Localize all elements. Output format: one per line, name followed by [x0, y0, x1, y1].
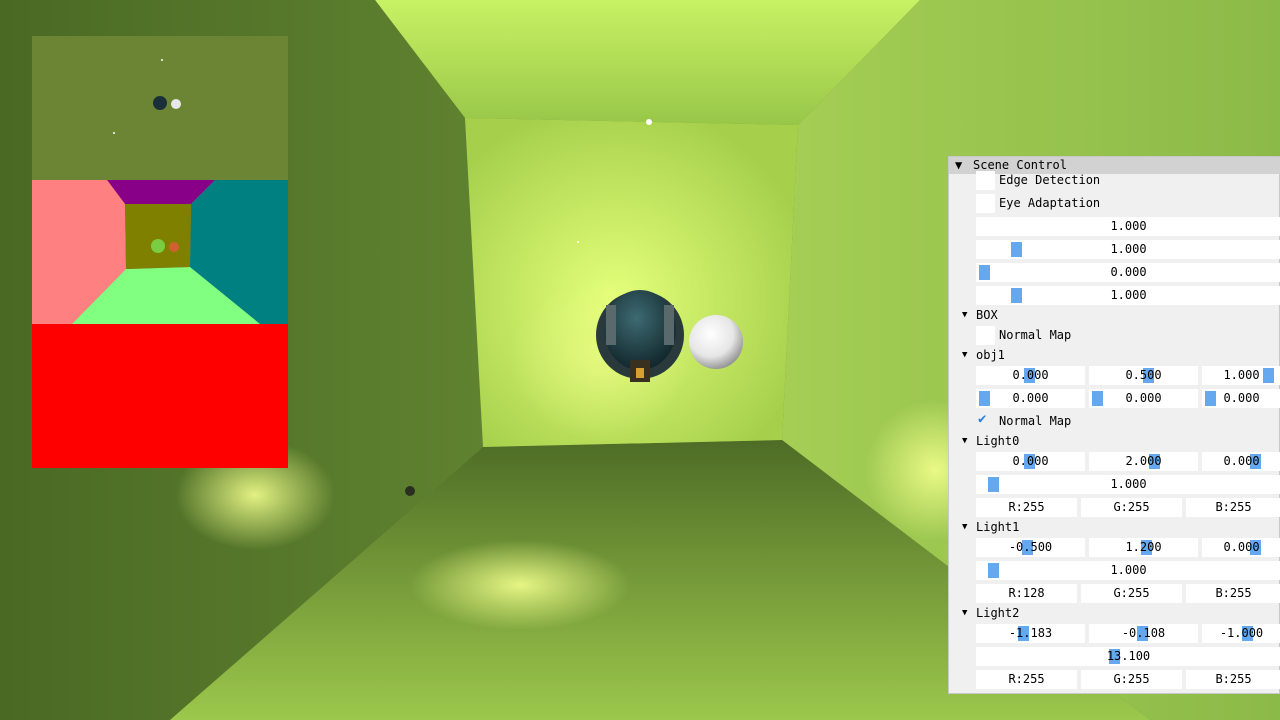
tree-arrow-icon[interactable]: ▼ [962, 433, 967, 450]
tree-arrow-icon[interactable]: ▼ [962, 307, 967, 324]
slider-value: -0.500 [1008, 540, 1053, 554]
light2-position-x[interactable]: -1.183 [976, 624, 1085, 643]
light2-intensity[interactable]: 13.100 [976, 647, 1280, 666]
light0-label: Light0 [976, 434, 1020, 448]
color-value: R:255 [1008, 672, 1045, 686]
gbuffer-debug-view [32, 36, 288, 468]
light0-intensity[interactable]: 1.000 [976, 475, 1280, 494]
obj1-position-y[interactable]: 0.500 [1089, 366, 1198, 385]
white-sphere[interactable] [689, 315, 743, 369]
light0-color-b[interactable]: B:255 [1186, 498, 1280, 517]
slider-value: 0.000 [1110, 265, 1147, 279]
eye-adaptation-label: Eye Adaptation [999, 196, 1101, 210]
light2-color-b[interactable]: B:255 [1186, 670, 1280, 689]
slider-value: 0.000 [1125, 391, 1162, 405]
light2-color-g[interactable]: G:255 [1081, 670, 1182, 689]
slider-value: 0.000 [1223, 540, 1260, 554]
tree-arrow-icon[interactable]: ▼ [962, 519, 967, 536]
light2-position-y[interactable]: -0.108 [1089, 624, 1198, 643]
obj1-rotation-y[interactable]: 0.000 [1089, 389, 1198, 408]
scene-slider[interactable]: 1.000 [976, 286, 1280, 305]
light-marker [646, 119, 652, 125]
obj1-normal-map-row[interactable]: ✔ Normal Map [976, 411, 1176, 431]
slider-value: -1.000 [1219, 626, 1264, 640]
obj1-position-x[interactable]: 0.000 [976, 366, 1085, 385]
slider-value: 0.000 [1223, 454, 1260, 468]
slider-value: 13.100 [1106, 649, 1151, 663]
light1-position-x[interactable]: -0.500 [976, 538, 1085, 557]
obj1-normal-map-label: Normal Map [999, 414, 1072, 428]
eye-adaptation-row[interactable]: Eye Adaptation [976, 194, 1176, 213]
obj1-rotation-x[interactable]: 0.000 [976, 389, 1085, 408]
slider-value: 1.200 [1125, 540, 1162, 554]
slider-value: 0.000 [1012, 391, 1049, 405]
light0-position-x[interactable]: 0.000 [976, 452, 1085, 471]
slider-value: 1.000 [1110, 288, 1147, 302]
light-marker [405, 486, 415, 496]
light1-intensity[interactable]: 1.000 [976, 561, 1280, 580]
slider-value: 1.000 [1110, 477, 1147, 491]
color-value: B:255 [1215, 672, 1252, 686]
obj1-label: obj1 [976, 348, 1005, 362]
slider-value: 1.000 [1110, 242, 1147, 256]
slider-value: 0.000 [1223, 391, 1260, 405]
scene-slider[interactable]: 1.000 [976, 217, 1280, 236]
slider-value: -1.183 [1008, 626, 1053, 640]
light1-label: Light1 [976, 520, 1020, 534]
light1-position-y[interactable]: 1.200 [1089, 538, 1198, 557]
edge-detection-label: Edge Detection [999, 173, 1101, 187]
obj1-normal-map-checkbox[interactable]: ✔ [976, 411, 995, 431]
edge-detection-row[interactable]: Edge Detection [976, 171, 1176, 190]
color-value: G:255 [1113, 586, 1150, 600]
obj1-rotation-z[interactable]: 0.000 [1202, 389, 1280, 408]
box-normal-map-checkbox[interactable] [976, 326, 995, 345]
box-normal-map-row[interactable]: Normal Map [976, 326, 1176, 345]
slider-value: 0.000 [1012, 368, 1049, 382]
light1-position-z[interactable]: 0.000 [1202, 538, 1280, 557]
color-value: B:255 [1215, 500, 1252, 514]
light-spot [410, 540, 630, 630]
tree-arrow-icon[interactable]: ▼ [962, 347, 967, 364]
scene-slider[interactable]: 1.000 [976, 240, 1280, 259]
gbuffer-bottom-pane [32, 324, 288, 468]
light0-position-z[interactable]: 0.000 [1202, 452, 1280, 471]
slider-value: 1.000 [1223, 368, 1260, 382]
color-value: G:255 [1113, 500, 1150, 514]
obj1-position-z[interactable]: 1.000 [1202, 366, 1280, 385]
light2-label: Light2 [976, 606, 1020, 620]
scene-control-panel[interactable]: ▼ Scene Control Edge Detection Eye Adapt… [948, 156, 1280, 694]
edge-detection-checkbox[interactable] [976, 171, 995, 190]
collapse-arrow-icon[interactable]: ▼ [955, 157, 962, 174]
tree-arrow-icon[interactable]: ▼ [962, 605, 967, 622]
color-value: G:255 [1113, 672, 1150, 686]
slider-value: 0.500 [1125, 368, 1162, 382]
color-value: R:128 [1008, 586, 1045, 600]
box-normal-map-label: Normal Map [999, 328, 1072, 342]
gbuffer-normal-pane [32, 180, 288, 324]
light0-color-g[interactable]: G:255 [1081, 498, 1182, 517]
light2-position-z[interactable]: -1.000 [1202, 624, 1280, 643]
slider-value: 2.000 [1125, 454, 1162, 468]
scene-slider[interactable]: 0.000 [976, 263, 1280, 282]
eye-adaptation-checkbox[interactable] [976, 194, 995, 213]
light1-color-b[interactable]: B:255 [1186, 584, 1280, 603]
slider-value: 1.000 [1110, 219, 1147, 233]
color-value: R:255 [1008, 500, 1045, 514]
color-value: B:255 [1215, 586, 1252, 600]
checkmark-icon: ✔ [978, 411, 987, 427]
light2-color-r[interactable]: R:255 [976, 670, 1077, 689]
light0-position-y[interactable]: 2.000 [1089, 452, 1198, 471]
light0-color-r[interactable]: R:255 [976, 498, 1077, 517]
slider-value: 0.000 [1012, 454, 1049, 468]
box-label: BOX [976, 308, 998, 322]
light1-color-r[interactable]: R:128 [976, 584, 1077, 603]
slider-value: 1.000 [1110, 563, 1147, 577]
light1-color-g[interactable]: G:255 [1081, 584, 1182, 603]
light-marker [577, 241, 579, 243]
slider-value: -0.108 [1121, 626, 1166, 640]
